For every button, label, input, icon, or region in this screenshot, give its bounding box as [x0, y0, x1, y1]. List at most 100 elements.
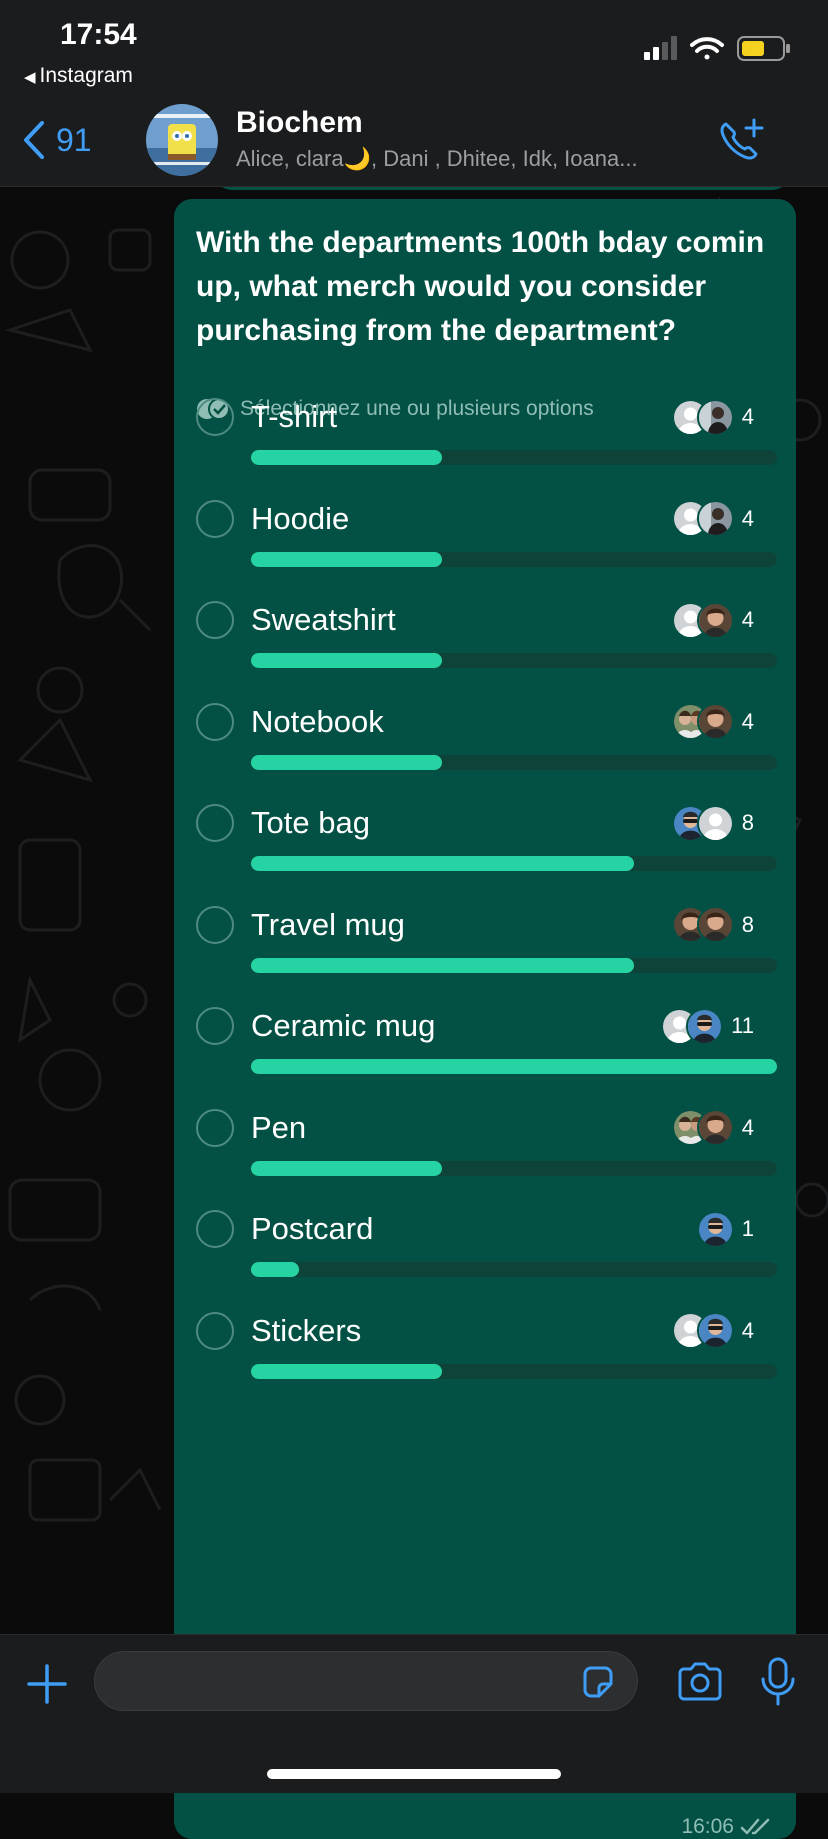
poll-option-bar-fill [251, 450, 442, 465]
poll-option-label: Travel mug [251, 906, 405, 942]
wifi-icon [690, 37, 724, 60]
poll-option-bar-track [251, 450, 777, 465]
add-call-icon[interactable] [716, 116, 768, 164]
poll-option-vote-count: 11 [731, 1013, 754, 1038]
poll-option-voters[interactable]: 11 [661, 1007, 754, 1045]
poll-option-voters[interactable]: 4 [671, 1109, 754, 1147]
poll-option-radio[interactable] [196, 804, 234, 842]
battery-icon [737, 36, 790, 61]
voter-avatar [696, 500, 734, 537]
poll-option-bar-fill [251, 957, 634, 973]
poll-option-vote-count: 4 [741, 708, 754, 734]
poll-option-voters[interactable]: 1 [696, 1210, 754, 1248]
back-button[interactable]: 91 [22, 120, 92, 160]
group-title[interactable]: Biochem [236, 106, 363, 140]
composer-bar [0, 1634, 828, 1793]
poll-option-bar-track [251, 957, 777, 973]
poll-option-radio[interactable] [196, 905, 234, 944]
poll-message: With the departments 100th bday comin up… [174, 199, 796, 1839]
poll-option-bar-fill [251, 1262, 299, 1277]
poll-option-vote-count: 4 [741, 404, 754, 429]
poll-option-vote-count: 1 [741, 1216, 754, 1241]
poll-option-radio[interactable] [196, 1007, 234, 1045]
poll-option-radio[interactable] [196, 499, 234, 538]
poll-option-label: Ceramic mug [251, 1008, 436, 1043]
voter-avatar [696, 1109, 734, 1146]
poll-option-radio[interactable] [196, 702, 234, 741]
voter-avatar [696, 398, 734, 436]
home-indicator [267, 1769, 561, 1779]
poll-option-voters[interactable]: 4 [671, 601, 754, 639]
plus-icon[interactable] [26, 1663, 68, 1705]
poll-option-bar-track [251, 1160, 777, 1176]
voter-avatar [696, 804, 734, 842]
voter-avatar [686, 1007, 724, 1045]
status-bar: 17:54 ◀ Instagram [0, 0, 828, 92]
poll-option-voters[interactable]: 8 [671, 906, 754, 944]
poll-option-voters[interactable]: 4 [671, 398, 754, 436]
poll-option-vote-count: 4 [741, 1317, 754, 1343]
poll-option-label: Hoodie [251, 500, 350, 536]
poll-option[interactable]: Tote bag 8 [174, 804, 796, 920]
poll-option-bar-fill [251, 1059, 777, 1074]
voter-avatar [696, 601, 734, 639]
system-icons [644, 36, 790, 61]
group-avatar[interactable] [146, 104, 218, 176]
poll-option-radio[interactable] [196, 1210, 234, 1248]
poll-option-bar-fill [251, 856, 634, 871]
poll-option-label: Stickers [251, 1312, 362, 1348]
voter-avatar [696, 1312, 734, 1349]
poll-option-vote-count: 8 [741, 810, 754, 835]
message-meta: 16:06 [681, 1815, 774, 1839]
sticker-icon[interactable] [579, 1664, 615, 1700]
poll-option[interactable]: Hoodie 4 [174, 499, 796, 616]
poll-option[interactable]: Postcard 1 [174, 1210, 796, 1326]
chat-header: 91 Biochem Alice, clara🌙, Dani , Dhitee,… [0, 92, 828, 187]
voter-avatar [696, 906, 734, 943]
back-triangle-icon: ◀ [24, 69, 36, 86]
poll-option-label: Postcard [251, 1211, 374, 1246]
poll-option[interactable]: Notebook 4 [174, 702, 796, 819]
poll-option-label: Sweatshirt [251, 602, 396, 637]
poll-option-bar-fill [251, 653, 442, 668]
poll-option-vote-count: 8 [741, 911, 754, 937]
poll-option-bar-track [251, 754, 777, 770]
voter-avatar [696, 1210, 734, 1248]
poll-option-bar-fill [251, 1160, 442, 1176]
poll-option-radio[interactable] [196, 601, 234, 639]
poll-option-label: Pen [251, 1109, 307, 1145]
poll-option-voters[interactable]: 4 [671, 500, 754, 538]
poll-option-voters[interactable]: 4 [671, 703, 754, 741]
poll-option[interactable]: Ceramic mug 11 [174, 1007, 796, 1123]
poll-option-radio[interactable] [196, 1311, 234, 1350]
poll-option-vote-count: 4 [741, 505, 754, 531]
cellular-signal-icon [644, 36, 677, 60]
poll-option-radio[interactable] [196, 1108, 234, 1147]
message-time: 16:06 [681, 1815, 734, 1838]
poll-option-label: Tote bag [251, 805, 370, 840]
unread-count: 91 [56, 121, 92, 158]
message-input[interactable] [94, 1651, 638, 1711]
voter-avatar [696, 703, 734, 740]
poll-option-vote-count: 4 [741, 1114, 754, 1140]
poll-option[interactable]: Pen 4 [174, 1108, 796, 1225]
poll-option[interactable]: Sweatshirt 4 [174, 601, 796, 717]
back-to-app-link[interactable]: ◀ Instagram [24, 64, 133, 88]
poll-option[interactable]: Stickers 4 [174, 1311, 796, 1428]
chevron-left-icon [24, 121, 44, 159]
poll-option-label: Notebook [251, 703, 384, 739]
group-members[interactable]: Alice, clara🌙, Dani , Dhitee, Idk, Ioana… [236, 146, 638, 172]
poll-option-radio[interactable] [196, 398, 234, 436]
poll-option[interactable]: T-shirt 4 [174, 398, 796, 514]
poll-option[interactable]: Travel mug 8 [174, 905, 796, 1022]
poll-question: With the departments 100th bday comin up… [196, 226, 765, 347]
camera-icon[interactable] [676, 1661, 724, 1703]
poll-option-label: T-shirt [251, 399, 338, 434]
poll-option-vote-count: 4 [741, 607, 754, 632]
poll-option-voters[interactable]: 8 [671, 804, 754, 842]
poll-option-bar-track [251, 1059, 777, 1074]
poll-option-voters[interactable]: 4 [671, 1312, 754, 1350]
status-time: 17:54 [60, 18, 137, 51]
microphone-icon[interactable] [760, 1657, 796, 1707]
double-check-icon [740, 1818, 770, 1835]
